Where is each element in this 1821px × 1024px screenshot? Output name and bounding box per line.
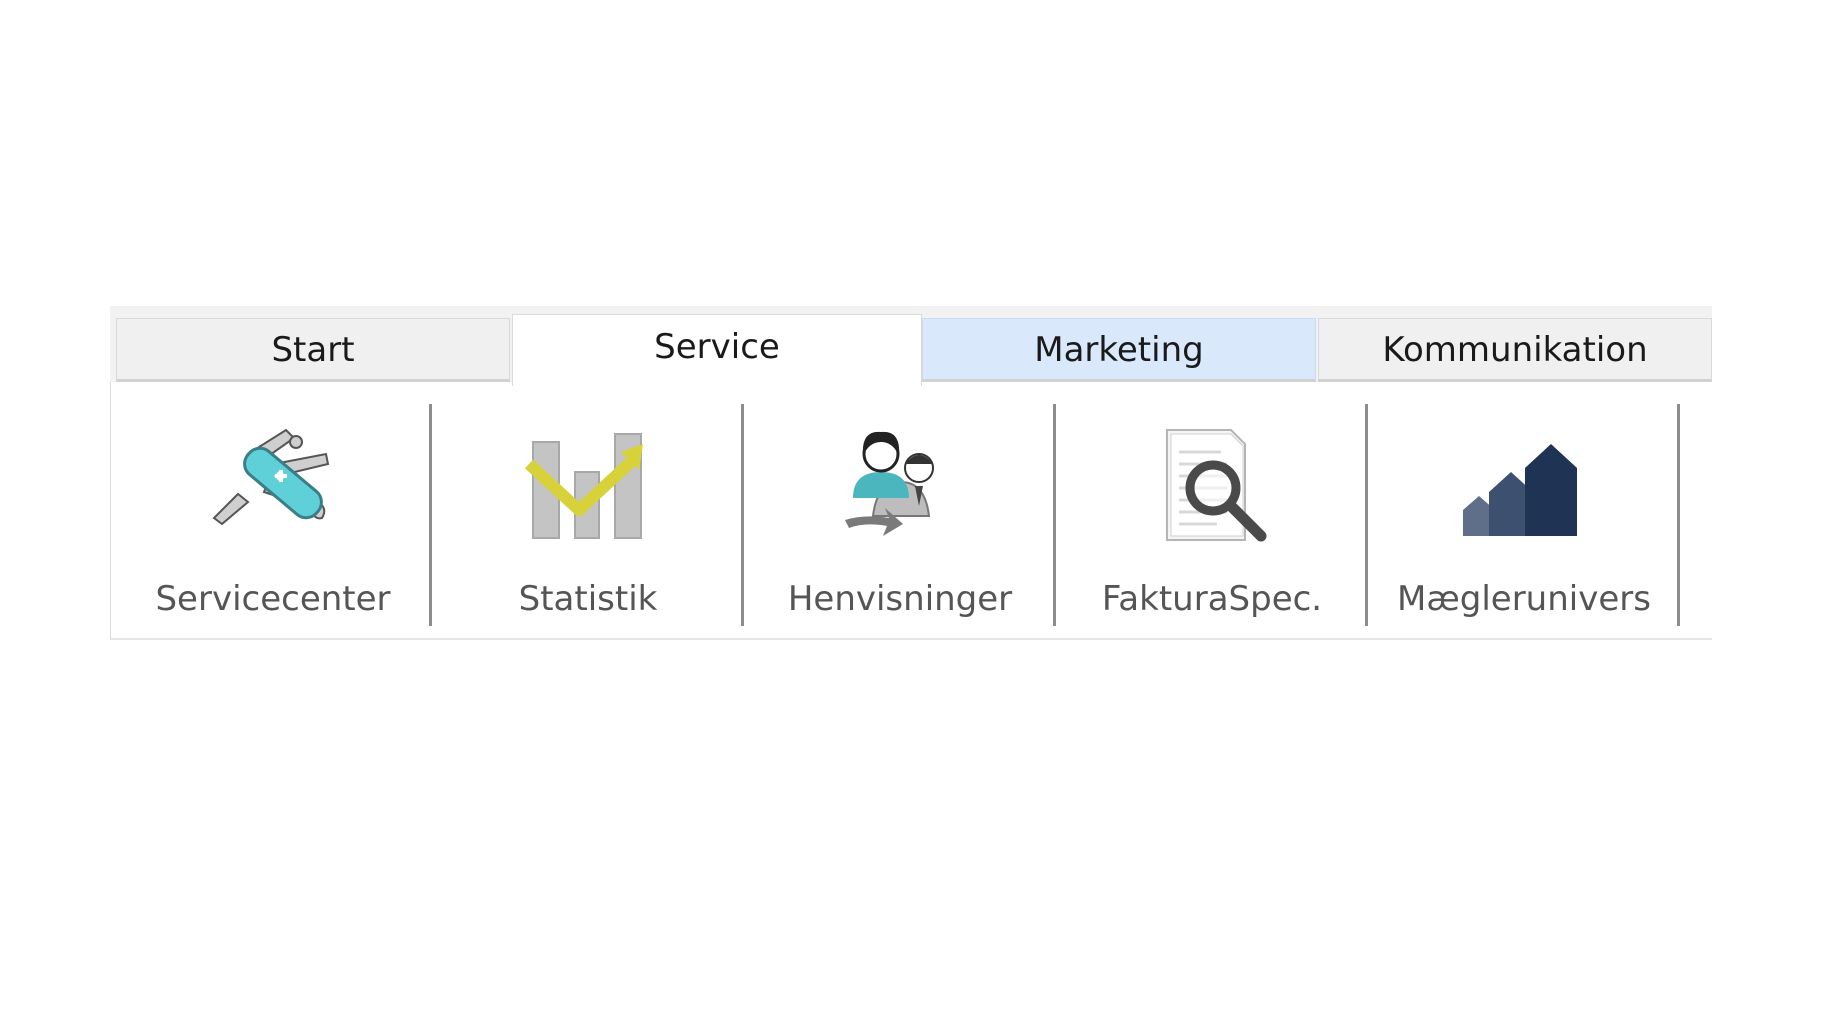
statistik-button[interactable]: Statistik [435,382,741,638]
bar-chart-trend-icon [523,424,653,544]
fakturaspec-button[interactable]: FakturaSpec. [1059,382,1365,638]
henvisninger-label: Henvisninger [787,579,1013,619]
tab-kommunikation[interactable]: Kommunikation [1318,318,1712,382]
people-referral-icon [835,424,965,544]
document-magnifier-icon [1147,424,1277,544]
ribbon-panel-service: Servicecenter Statistik Henvisninger Fak… [110,382,1712,640]
statistik-label: Statistik [518,579,658,619]
ribbon: Start Service Marketing Kommunikation Se… [110,306,1712,640]
maeglerunivers-button[interactable]: Mæglerunivers [1371,382,1677,638]
separator [741,404,744,626]
ribbon-tab-bar: Start Service Marketing Kommunikation [110,306,1712,386]
tab-marketing[interactable]: Marketing [922,318,1316,382]
servicecenter-label: Servicecenter [155,579,391,619]
swiss-army-knife-icon [208,424,338,544]
separator [429,404,432,626]
tab-service[interactable]: Service [512,314,922,386]
fakturaspec-label: FakturaSpec. [1101,579,1323,619]
separator [1365,404,1368,626]
separator [1677,404,1680,626]
separator [1053,404,1056,626]
henvisninger-button[interactable]: Henvisninger [747,382,1053,638]
maeglerunivers-label: Mæglerunivers [1397,579,1651,619]
servicecenter-button[interactable]: Servicecenter [123,382,423,638]
tab-start[interactable]: Start [116,318,510,382]
houses-icon [1459,424,1589,544]
